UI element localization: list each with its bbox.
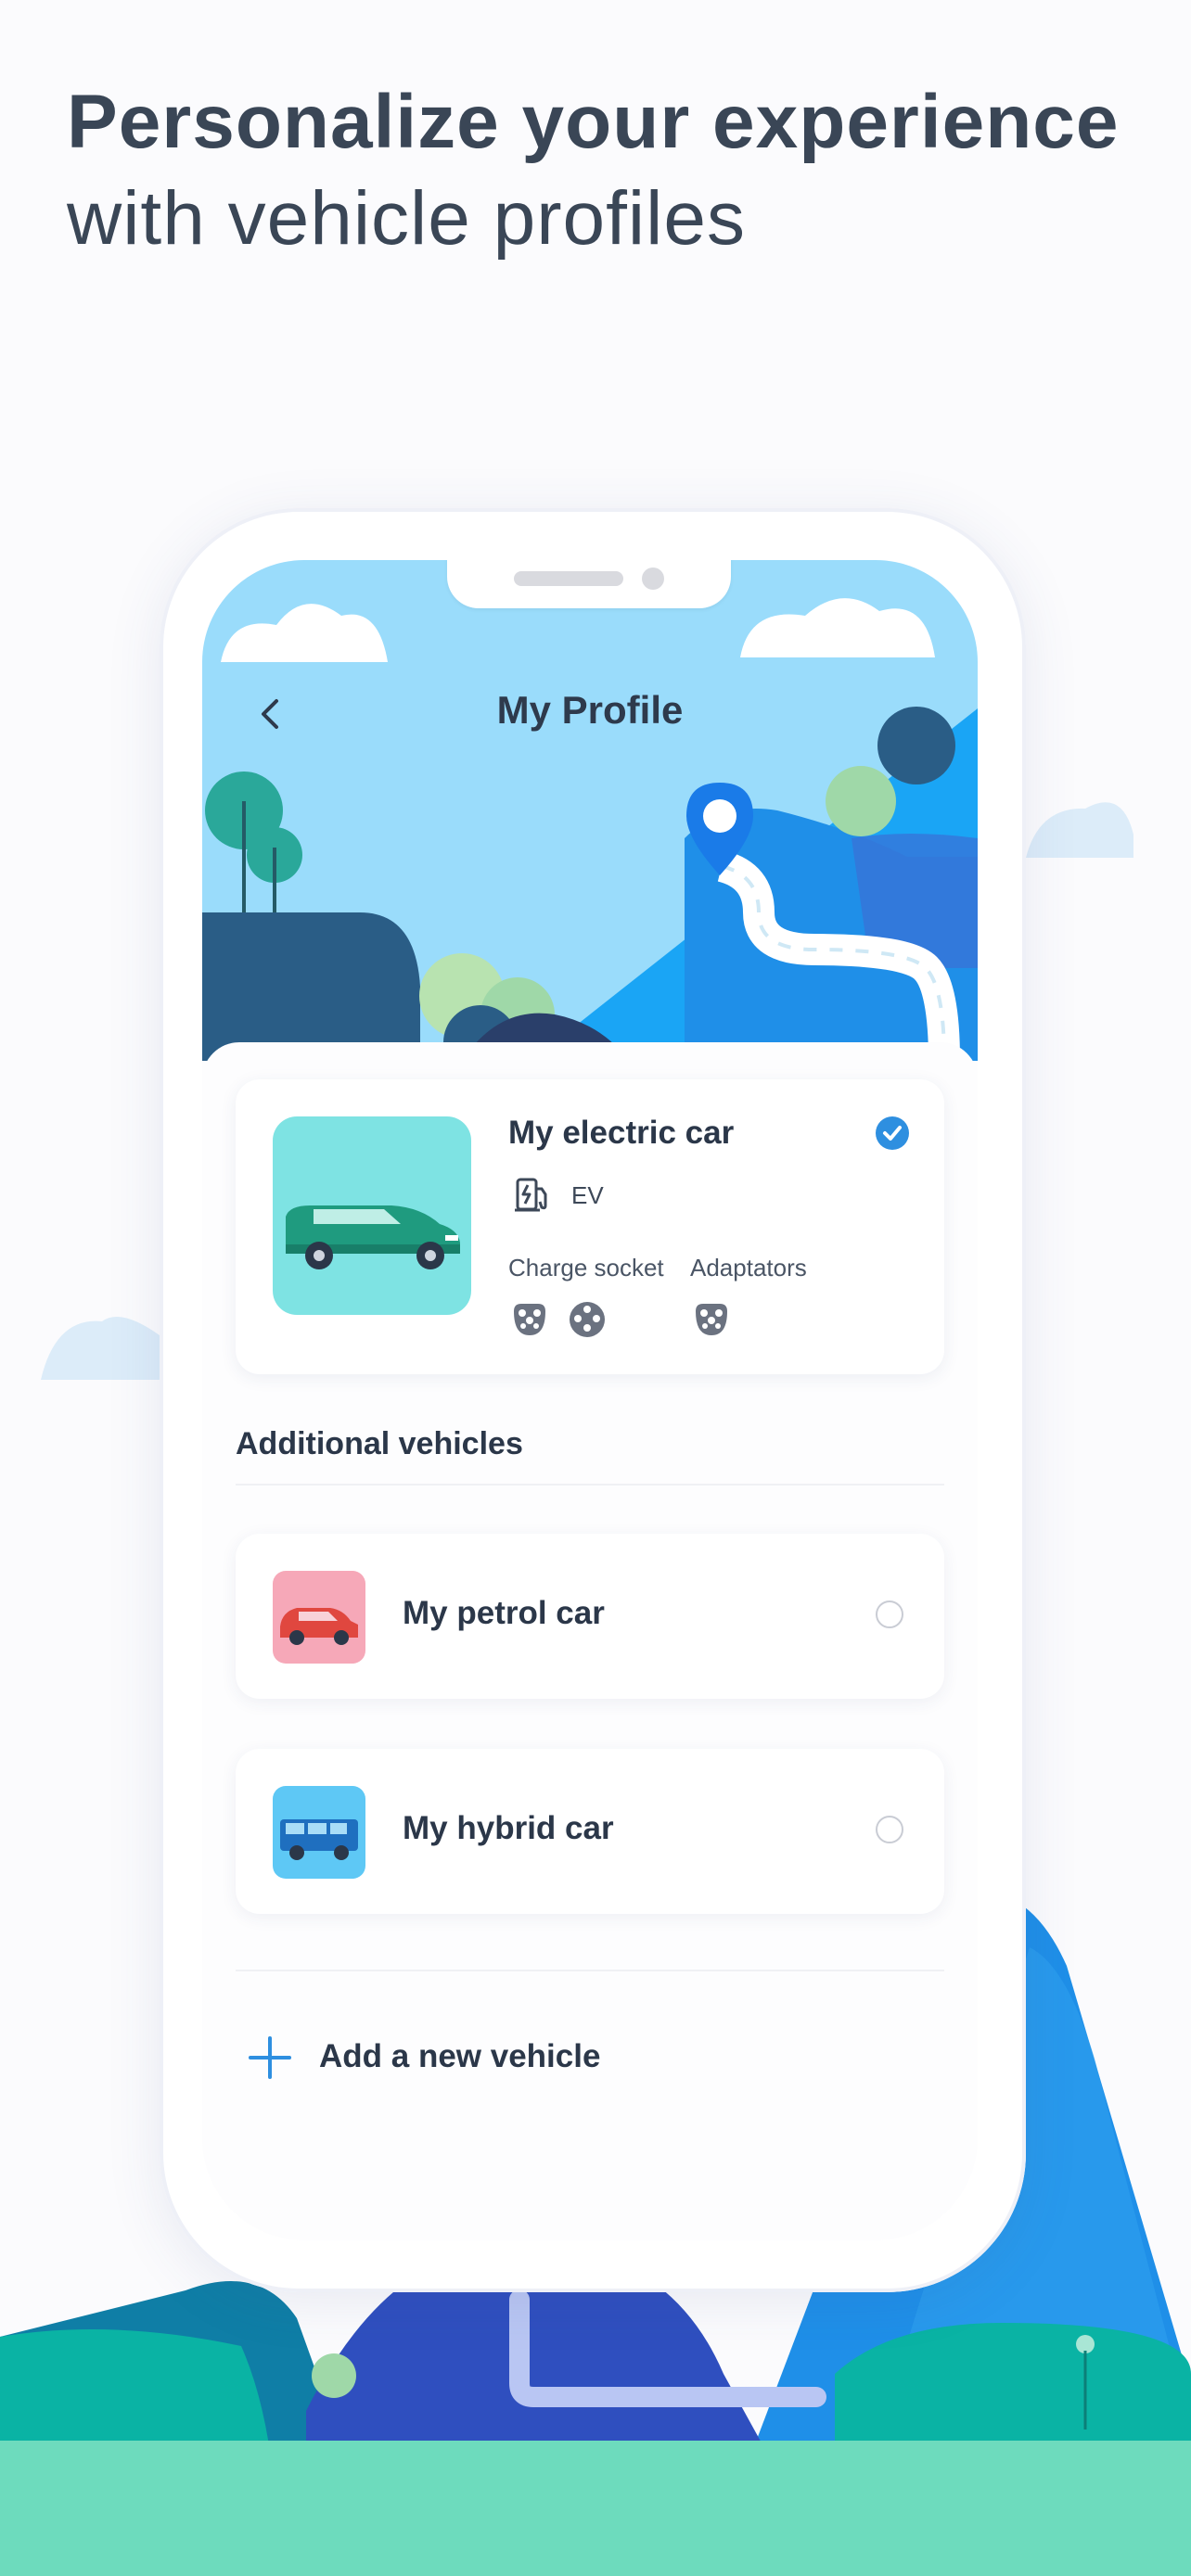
select-radio[interactable] — [876, 1816, 903, 1843]
ccs-plug-icon — [570, 1302, 605, 1337]
main-vehicle-card[interactable]: My electric car EV Charge socket Adaptat… — [236, 1079, 944, 1374]
hybrid-car-icon — [280, 1819, 358, 1860]
adaptators-label: Adaptators — [690, 1254, 807, 1282]
vehicle-card-hybrid[interactable]: My hybrid car — [236, 1749, 944, 1914]
vehicle-card-petrol[interactable]: My petrol car — [236, 1534, 944, 1699]
hero-illustration — [202, 560, 978, 1061]
select-radio[interactable] — [876, 1600, 903, 1628]
speaker — [514, 571, 623, 586]
adapter-plug-icon — [696, 1304, 727, 1335]
headline-light: with vehicle profiles — [67, 176, 746, 261]
selected-check-icon[interactable] — [876, 1116, 909, 1150]
vehicle-name: My hybrid car — [403, 1810, 614, 1846]
add-vehicle-label: Add a new vehicle — [319, 2038, 601, 2074]
additional-vehicles-title: Additional vehicles — [236, 1426, 523, 1461]
page-title: My Profile — [496, 688, 684, 732]
phone-notch — [447, 560, 731, 608]
petrol-car-thumbnail — [273, 1571, 365, 1664]
type2-plug-icon — [514, 1304, 545, 1335]
divider — [236, 1970, 944, 1971]
hybrid-car-thumbnail — [273, 1786, 365, 1879]
camera — [642, 567, 664, 590]
add-vehicle-button[interactable]: Add a new vehicle — [236, 2025, 944, 2099]
main-vehicle-name: My electric car — [508, 1115, 735, 1151]
app-screen: My Profile My electric car EV Charge soc… — [202, 560, 978, 2240]
plus-icon — [249, 2036, 291, 2079]
fuel-type-label: EV — [571, 1181, 604, 1209]
headline: Personalize your experience with vehicle… — [67, 74, 1133, 267]
headline-bold: Personalize your experience — [67, 80, 1120, 164]
petrol-car-icon — [280, 1608, 358, 1645]
electric-car-thumbnail — [273, 1116, 471, 1315]
divider — [236, 1484, 944, 1486]
profile-sheet: My electric car EV Charge socket Adaptat… — [202, 1042, 978, 2240]
electric-car-icon — [286, 1205, 460, 1269]
charge-socket-label: Charge socket — [508, 1254, 664, 1282]
charging-station-icon — [515, 1178, 547, 1212]
vehicle-name: My petrol car — [403, 1595, 605, 1631]
